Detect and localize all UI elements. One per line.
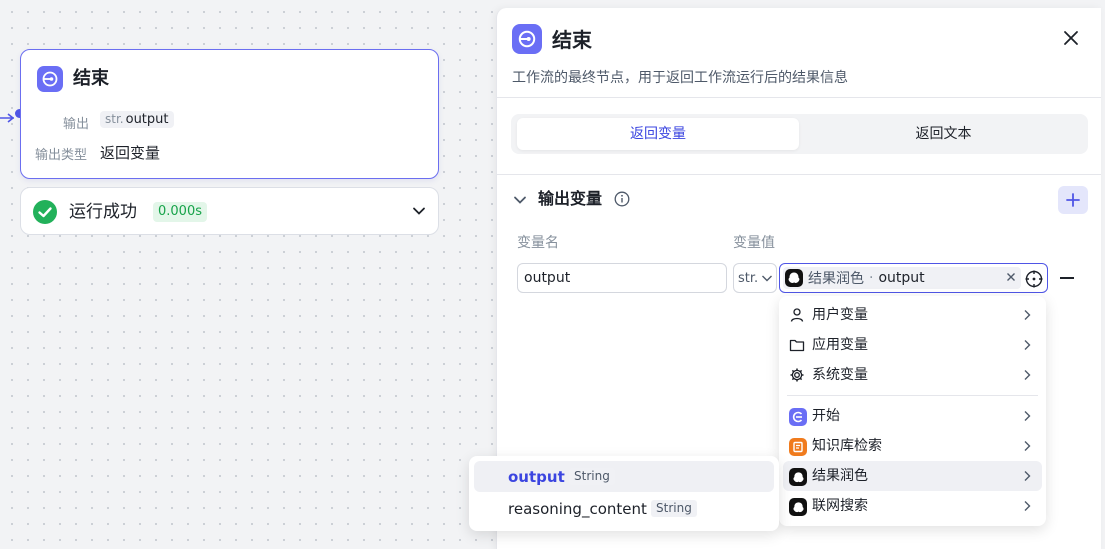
llm-node-icon	[785, 269, 803, 287]
variable-name-input[interactable]	[517, 263, 727, 293]
run-status-text: 运行成功	[69, 202, 137, 222]
folder-icon	[789, 339, 805, 352]
clear-icon[interactable]	[1006, 272, 1016, 282]
run-time-badge: 0.000s	[153, 202, 207, 222]
chevron-down-icon	[762, 275, 773, 282]
menu-item-label: 结果润色	[812, 468, 868, 484]
node-output-submenu: output String reasoning_content String	[469, 456, 779, 531]
reference-source-node: 结果润色	[808, 271, 864, 287]
knowledge-base-icon	[789, 438, 807, 456]
reference-variable: output	[878, 270, 925, 286]
chevron-right-icon	[1024, 441, 1031, 451]
add-variable-button[interactable]	[1058, 186, 1088, 214]
chevron-right-icon	[1024, 310, 1031, 320]
chevron-down-icon[interactable]	[412, 204, 426, 218]
section-divider	[497, 174, 1101, 175]
column-header-value: 变量值	[733, 235, 775, 251]
submenu-item-name: reasoning_content	[508, 500, 647, 518]
chevron-right-icon	[1024, 471, 1031, 481]
chevron-right-icon	[1024, 501, 1031, 511]
info-icon[interactable]	[614, 191, 630, 207]
menu-item-label: 联网搜索	[812, 498, 868, 514]
plus-icon	[1066, 193, 1080, 207]
panel-title: 结束	[552, 28, 592, 52]
end-node-icon	[512, 24, 542, 54]
node-title: 结束	[73, 68, 109, 89]
tab-return-variable[interactable]: 返回变量	[517, 118, 799, 150]
submenu-item-type: String	[569, 468, 615, 485]
node-output-name: output	[125, 112, 169, 127]
chevron-right-icon	[1024, 370, 1031, 380]
close-icon[interactable]	[1063, 30, 1079, 46]
variable-reference-tag: 结果润色 · output	[783, 267, 1021, 289]
submenu-item-output[interactable]: output String	[474, 461, 774, 492]
run-status-bar[interactable]: 运行成功 0.000s	[20, 187, 439, 235]
section-title: 输出变量	[538, 189, 603, 208]
submenu-item-name: output	[508, 468, 565, 486]
llm-node-icon	[789, 498, 807, 516]
menu-item-start-node[interactable]: 开始	[783, 401, 1042, 431]
variable-type-value: str.	[738, 270, 759, 286]
panel-description: 工作流的最终节点，用于返回工作流运行后的结果信息	[512, 70, 848, 86]
menu-item-label: 应用变量	[812, 337, 868, 353]
variable-source-menu: 用户变量 应用变量 系统变量 开始 知识库检索 结果润色 联网搜索	[779, 296, 1046, 526]
node-output-type: str.	[105, 112, 124, 126]
submenu-item-type: String	[651, 500, 697, 517]
menu-item-label: 用户变量	[812, 307, 868, 323]
target-icon[interactable]	[1025, 270, 1043, 288]
tab-return-text[interactable]: 返回文本	[805, 118, 1082, 150]
node-output-type-label: 输出类型	[35, 148, 88, 163]
variable-value-picker[interactable]: 结果润色 · output	[779, 263, 1048, 293]
start-node-icon	[789, 408, 807, 426]
chevron-down-icon[interactable]	[513, 193, 527, 207]
submenu-item-reasoning-content[interactable]: reasoning_content String	[474, 493, 774, 524]
check-circle-icon	[33, 200, 57, 224]
end-node[interactable]: 结束 输出 str. output 输出类型 返回变量	[20, 49, 439, 179]
menu-item-web-search[interactable]: 联网搜索	[783, 491, 1042, 521]
panel-header: 结束 工作流的最终节点，用于返回工作流运行后的结果信息	[497, 8, 1101, 98]
chevron-right-icon	[1024, 340, 1031, 350]
menu-item-system-variables[interactable]: 系统变量	[783, 360, 1042, 390]
menu-item-label: 系统变量	[812, 367, 868, 383]
menu-item-label: 知识库检索	[812, 438, 882, 454]
node-output-type-value: 返回变量	[100, 144, 161, 162]
menu-item-app-variables[interactable]: 应用变量	[783, 330, 1042, 360]
llm-node-icon	[789, 468, 807, 486]
user-icon	[790, 308, 804, 322]
menu-item-knowledge-retrieval[interactable]: 知识库检索	[783, 431, 1042, 461]
chevron-right-icon	[1024, 411, 1031, 421]
menu-divider	[787, 395, 1038, 396]
menu-item-result-polish[interactable]: 结果润色	[783, 461, 1042, 491]
reference-separator: ·	[869, 270, 874, 286]
remove-row-button[interactable]	[1060, 277, 1074, 279]
variable-type-select[interactable]: str.	[733, 263, 777, 293]
column-header-name: 变量名	[517, 235, 559, 251]
output-mode-tabs: 返回变量 返回文本	[511, 114, 1088, 154]
node-output-chip: str. output	[100, 111, 174, 128]
menu-item-user-variables[interactable]: 用户变量	[783, 300, 1042, 330]
menu-item-label: 开始	[812, 408, 840, 424]
node-output-label: 输出	[63, 117, 90, 132]
end-node-icon	[37, 66, 63, 92]
gear-icon	[790, 368, 804, 382]
